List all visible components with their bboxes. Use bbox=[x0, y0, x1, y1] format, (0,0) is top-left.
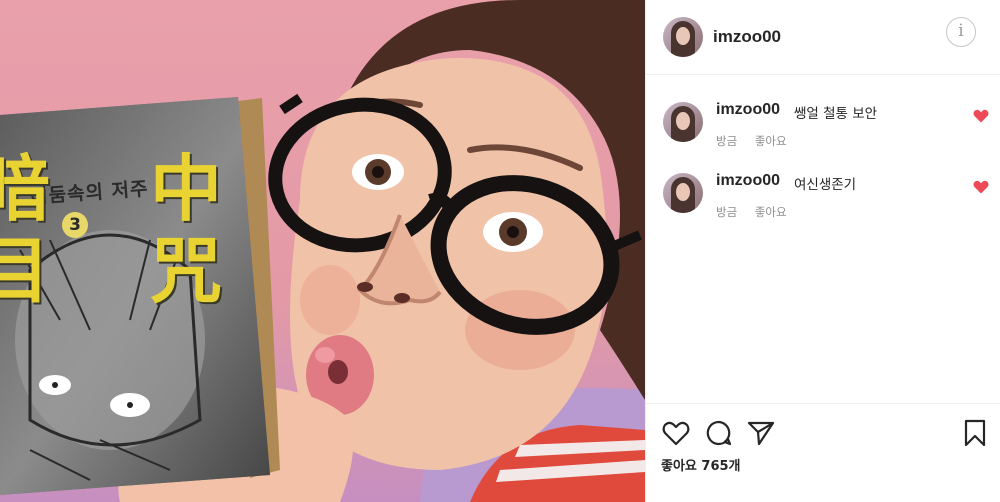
comment-text: 쌩얼 철통 보안 bbox=[794, 106, 878, 122]
comment-text: 여신생존기 bbox=[794, 177, 857, 193]
header-username[interactable]: imzoo00 bbox=[713, 27, 781, 47]
comment-time: 방금 bbox=[716, 205, 738, 219]
bookmark-icon[interactable] bbox=[960, 418, 990, 448]
post-photo[interactable]: 어둠속의 저주 3 中 咒 暗 目 bbox=[0, 0, 645, 502]
post-header: imzoo00 i bbox=[646, 0, 1000, 75]
post-actions: 좋아요 765개 bbox=[646, 403, 1000, 502]
avatar[interactable] bbox=[663, 173, 703, 213]
avatar[interactable] bbox=[663, 102, 703, 142]
book-title-kanji-left: 暗 目 bbox=[0, 146, 51, 313]
comment-meta: 방금 좋아요 bbox=[716, 204, 801, 220]
post-sidebar: imzoo00 i imzoo00 쌩얼 철통 보안 방금 좋아요 imzoo0… bbox=[645, 0, 1000, 502]
comment-username[interactable]: imzoo00 bbox=[716, 172, 780, 190]
info-icon[interactable]: i bbox=[946, 17, 976, 47]
comment-like-link[interactable]: 좋아요 bbox=[755, 134, 787, 148]
comment-item: imzoo00 쌩얼 철통 보안 방금 좋아요 bbox=[646, 96, 1000, 156]
share-icon[interactable] bbox=[746, 418, 776, 448]
avatar[interactable] bbox=[663, 17, 703, 57]
book-title-kanji-right: 中 咒 bbox=[150, 146, 223, 313]
comment-meta: 방금 좋아요 bbox=[716, 133, 801, 149]
comment-item: imzoo00 여신생존기 방금 좋아요 bbox=[646, 167, 1000, 227]
comment-like-link[interactable]: 좋아요 bbox=[755, 205, 787, 219]
comment-username[interactable]: imzoo00 bbox=[716, 101, 780, 119]
comment-time: 방금 bbox=[716, 134, 738, 148]
book-volume-badge: 3 bbox=[62, 212, 88, 238]
instagram-post: 어둠속의 저주 3 中 咒 暗 目 imzoo00 i imzoo00 쌩얼 철… bbox=[0, 0, 1000, 502]
like-heart-icon[interactable] bbox=[661, 418, 691, 448]
heart-icon[interactable] bbox=[973, 180, 989, 194]
likes-count[interactable]: 좋아요 765개 bbox=[661, 455, 741, 474]
photo-illustration bbox=[0, 0, 645, 502]
comment-icon[interactable] bbox=[704, 418, 734, 448]
heart-icon[interactable] bbox=[973, 109, 989, 123]
